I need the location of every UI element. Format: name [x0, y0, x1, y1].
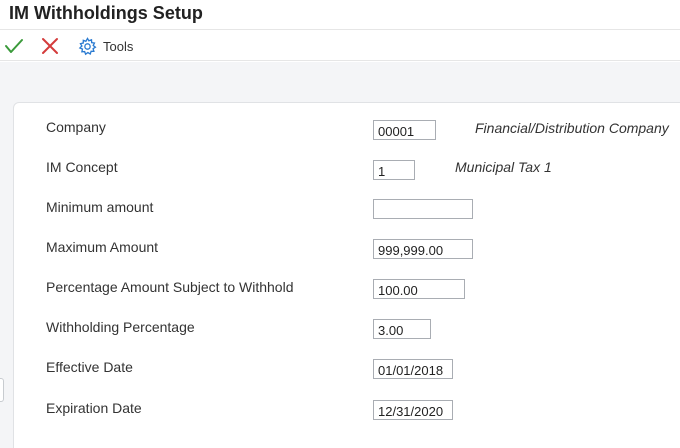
minimum-amount-label: Minimum amount: [46, 199, 154, 215]
minimum-amount-field[interactable]: [373, 199, 473, 219]
percentage-subject-field[interactable]: 100.00: [373, 279, 465, 299]
im-concept-label: IM Concept: [46, 159, 118, 175]
title-bar: IM Withholdings Setup: [0, 0, 680, 30]
page-title: IM Withholdings Setup: [9, 3, 203, 23]
im-concept-field[interactable]: 1: [373, 160, 415, 180]
company-label: Company: [46, 119, 106, 135]
form-panel: [13, 102, 680, 448]
toolbar: Tools: [0, 31, 680, 61]
checkmark-icon: [5, 39, 23, 53]
ok-button[interactable]: [3, 35, 25, 57]
expiration-date-label: Expiration Date: [46, 400, 142, 416]
gear-icon: [78, 37, 97, 56]
company-description: Financial/Distribution Company: [475, 120, 669, 136]
withholding-percentage-label: Withholding Percentage: [46, 319, 195, 335]
withholding-percentage-field[interactable]: 3.00: [373, 319, 431, 339]
expiration-date-field[interactable]: 12/31/2020: [373, 400, 453, 420]
maximum-amount-field[interactable]: 999,999.00: [373, 239, 473, 259]
company-field[interactable]: 00001: [373, 120, 436, 140]
maximum-amount-label: Maximum Amount: [46, 239, 159, 255]
tools-label: Tools: [103, 39, 134, 54]
effective-date-label: Effective Date: [46, 359, 133, 375]
side-panel-toggle[interactable]: [0, 378, 4, 402]
percentage-subject-label: Percentage Amount Subject to Withhold: [46, 279, 294, 295]
cancel-button[interactable]: [39, 35, 61, 57]
x-icon: [42, 38, 58, 54]
effective-date-field[interactable]: 01/01/2018: [373, 359, 453, 379]
im-concept-description: Municipal Tax 1: [455, 159, 552, 175]
